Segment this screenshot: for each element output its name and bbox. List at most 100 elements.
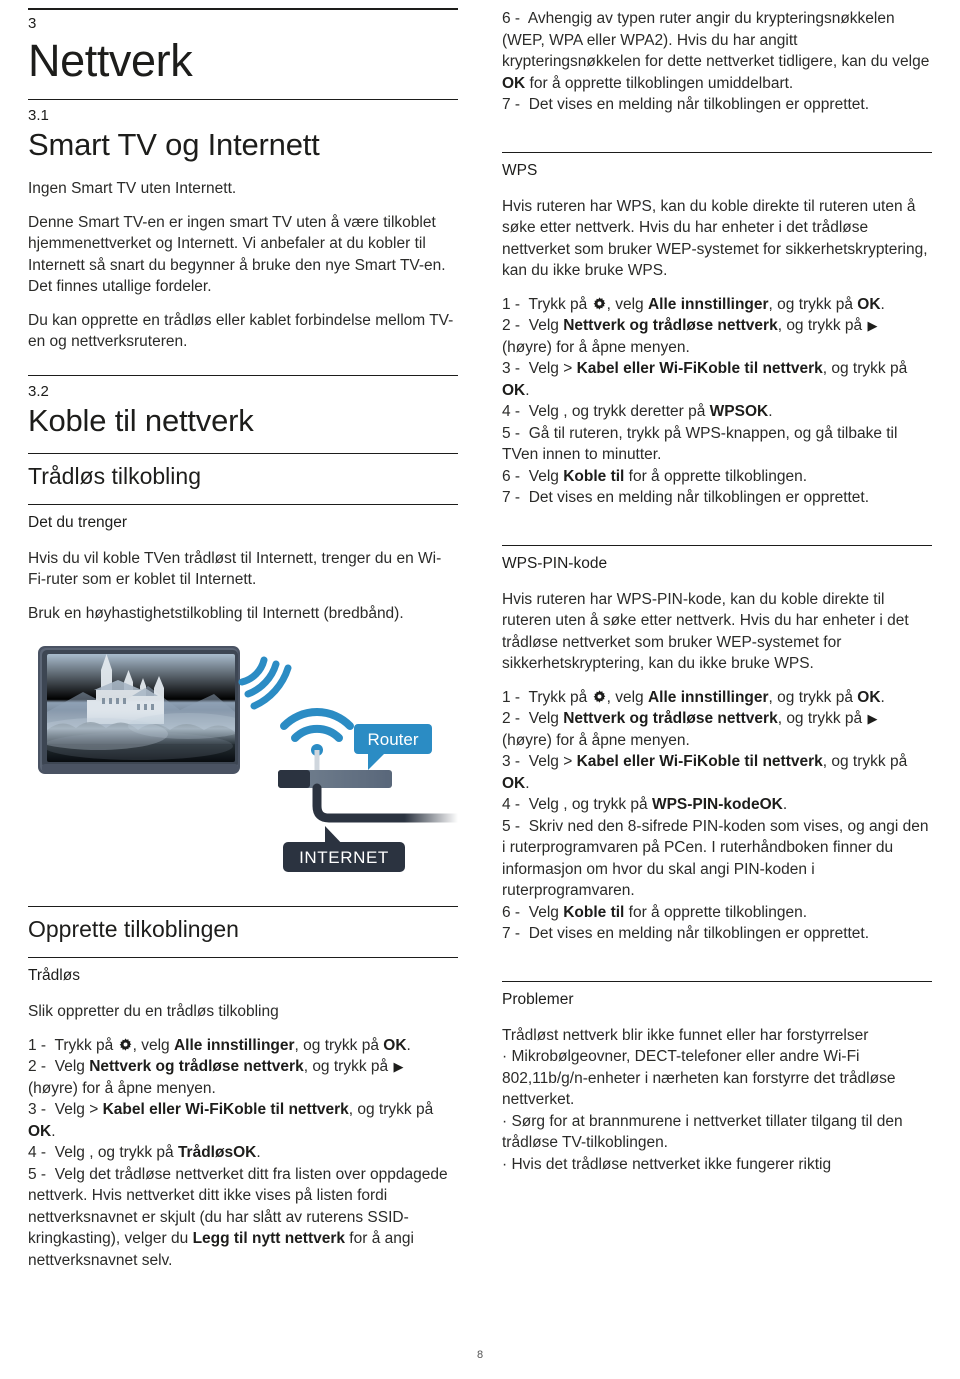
step-item: 6 - Velg Koble til for å opprette tilkob… <box>502 468 807 485</box>
continued-steps-list: 6 - Avhengig av typen ruter angir du kry… <box>502 8 932 116</box>
step-item: 2 - Velg Nettverk og trådløse nettverk, … <box>28 1058 405 1097</box>
step-text: > <box>563 753 577 770</box>
step-item: 1 - Trykk på , velg Alle innstillinger, … <box>28 1037 411 1054</box>
step-number: 5 - <box>28 1165 47 1183</box>
step-text: for å opprette tilkoblingen. <box>624 903 808 921</box>
step-emphasis: OK <box>744 403 769 420</box>
wps-pin-steps-list: 1 - Trykk på , velg Alle innstillinger , … <box>502 687 932 945</box>
chapter-title: Nettverk <box>28 35 193 86</box>
step-text: Velg <box>528 360 564 377</box>
step-emphasis: Alle innstillinger <box>647 688 769 706</box>
step-text: , velg <box>606 295 648 313</box>
step-text: for å opprette tilkoblingen. <box>624 467 808 485</box>
page-number: 8 <box>476 1349 484 1361</box>
step-text: , og trykk på <box>563 796 652 813</box>
step-emphasis: OK <box>383 1036 407 1054</box>
step-item: 6 - Velg Koble til for å opprette tilkob… <box>502 904 807 921</box>
step-emphasis: OK <box>857 688 881 706</box>
bullet-dot-icon: · <box>502 1112 512 1130</box>
step-emphasis: OK <box>759 796 783 813</box>
wps-pin-paragraph: Hvis ruteren har WPS-PIN-kode, kan du ko… <box>502 590 909 673</box>
step-text: Velg <box>528 796 564 813</box>
minihead-rule-wps-pin <box>502 544 932 546</box>
wireless-steps-list: 1 - Trykk på , velg Alle innstillinger, … <box>28 1035 458 1272</box>
step-emphasis: Trådløs <box>177 1144 234 1161</box>
step-number: 2 - <box>28 1058 47 1075</box>
tv-wifi-arcs <box>238 656 292 710</box>
section-rule-3-1 <box>28 99 458 100</box>
minihead-rule-needs <box>28 503 458 505</box>
bullet-item: · Hvis det trådløse nettverket ikke fung… <box>502 1155 832 1173</box>
step-text: . <box>880 688 885 706</box>
step-item: 4 - Velg , og trykk deretter på WPSOK. <box>502 403 773 420</box>
subhead-wireless-connection: Trådløs tilkobling <box>28 462 201 489</box>
step-text: Velg <box>54 1101 90 1118</box>
step-text: , og trykk deretter på <box>563 403 710 420</box>
paragraph-1: Denne Smart TV-en er ingen smart TV uten… <box>28 213 446 296</box>
minihead-rule-wireless <box>28 957 458 958</box>
step-emphasis: Koble til <box>563 467 625 485</box>
step-text: , og trykk på <box>348 1101 434 1118</box>
minihead-wps-pin-code: WPS-PIN-kode <box>502 554 608 572</box>
step-item: 3 - Velg > Kabel eller Wi-FiKoble til ne… <box>502 753 907 792</box>
arrow-right-icon: ▶ <box>867 711 878 726</box>
step-emphasis: Nettverk og trådløse nettverk <box>89 1058 304 1075</box>
subhead-make-connection: Opprette tilkoblingen <box>28 916 239 942</box>
gear-icon <box>119 1037 132 1051</box>
step-emphasis: Kabel eller Wi-Fi <box>576 360 698 377</box>
step-text: Trykk på <box>528 295 592 313</box>
paragraph-2: Du kan opprette en trådløs eller kablet … <box>28 311 454 351</box>
section-title-3-2: Koble til nettverk <box>28 402 254 438</box>
step-item: 5 - Skriv ned den 8-sifrede PIN-koden so… <box>502 818 929 900</box>
step-emphasis: WPS-PIN-kode <box>651 796 760 813</box>
problems-subtitle: Trådløst nettverk blir ikke funnet eller… <box>502 1026 869 1044</box>
step-number: 6 - <box>502 467 521 485</box>
step-emphasis: Nettverk og trådløse nettverk <box>563 317 778 334</box>
step-text: Trykk på <box>528 688 592 706</box>
step-emphasis: Koble til nettverk <box>697 753 823 770</box>
step-text: Velg <box>528 753 564 770</box>
step-text: , og trykk på <box>89 1144 178 1161</box>
step-number: 7 - <box>502 925 521 942</box>
problems-bullets-list: · Mikrobølgeovner, DECT-telefoner eller … <box>502 1046 932 1175</box>
step-text: Velg <box>54 1144 90 1161</box>
step-text: , og trykk på <box>768 295 858 313</box>
subhead-rule-connect <box>28 906 458 907</box>
step-text: Velg <box>528 403 564 420</box>
router-label-text: Router <box>367 730 418 749</box>
step-number: 3 - <box>502 360 521 377</box>
router-callout: Router <box>354 724 432 770</box>
section-number-3-2: 3.2 <box>28 382 49 400</box>
needs-paragraph-2: Bruk en høyhastighetstilkobling til Inte… <box>28 604 404 622</box>
lead-paragraph: Ingen Smart TV uten Internett. <box>28 180 237 197</box>
step-number: 3 - <box>502 753 521 770</box>
step-text: . <box>51 1122 56 1140</box>
step-item: 4 - Velg , og trykk på WPS-PIN-kodeOK. <box>502 796 787 813</box>
step-text: . <box>880 295 885 313</box>
gear-icon <box>593 296 606 310</box>
minihead-problems: Problemer <box>502 990 574 1008</box>
step-text: , og trykk på <box>777 710 867 727</box>
step-text: for å opprette tilkoblingen umiddelbart. <box>525 74 794 92</box>
arrow-right-icon: ▶ <box>393 1059 404 1074</box>
step-emphasis: Alle innstillinger <box>173 1036 295 1054</box>
step-text: . <box>406 1036 411 1054</box>
step-item: 7 - Det vises en melding når tilkoblinge… <box>502 489 869 506</box>
step-number: 1 - <box>502 688 521 706</box>
step-emphasis: Kabel eller Wi-Fi <box>102 1101 224 1118</box>
bullet-item: · Mikrobølgeovner, DECT-telefoner eller … <box>502 1048 896 1108</box>
step-number: 1 - <box>502 295 521 313</box>
step-text: . <box>525 774 530 792</box>
step-text: > <box>89 1101 103 1118</box>
step-item: 7 - Det vises en melding når tilkoblinge… <box>502 925 869 942</box>
tv-device <box>38 646 240 774</box>
step-text: , velg <box>606 688 648 706</box>
step-number: 2 - <box>502 317 521 334</box>
step-text: Velg <box>528 317 564 334</box>
wps-steps-list: 1 - Trykk på , velg Alle innstillinger, … <box>502 294 932 509</box>
step-number: 5 - <box>502 424 521 442</box>
minihead-rule-problems <box>502 980 932 982</box>
step-number: 7 - <box>502 489 521 506</box>
step-number: 2 - <box>502 710 521 727</box>
step-emphasis: Kabel eller Wi-Fi <box>576 753 698 770</box>
